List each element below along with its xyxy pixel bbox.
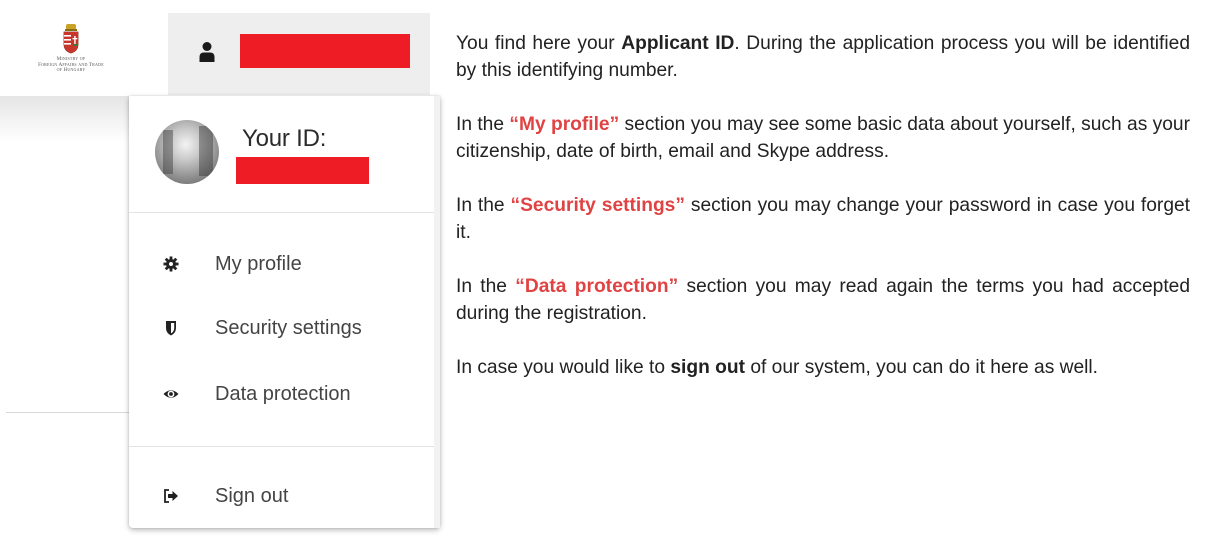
ui-screenshot: Ministry of Foreign Affairs and Trade of… <box>0 0 440 556</box>
p2-pre: In the <box>456 114 510 135</box>
menu-item-my-profile[interactable]: My profile <box>129 244 434 284</box>
dropdown-divider <box>129 446 434 447</box>
page: Ministry of Foreign Affairs and Trade of… <box>0 0 1208 556</box>
user-menu-toggle[interactable] <box>168 13 430 95</box>
redacted-username <box>240 34 410 68</box>
gear-icon <box>163 256 179 272</box>
paragraph-applicant-id: You find here your Applicant ID. During … <box>456 30 1190 84</box>
p3-pre: In the <box>456 195 511 216</box>
paragraph-sign-out: In case you would like to sign out of ou… <box>456 354 1190 381</box>
avatar[interactable] <box>155 120 219 184</box>
sign-out-icon <box>164 489 178 503</box>
ministry-logo: Ministry of Foreign Affairs and Trade of… <box>16 24 126 74</box>
redacted-applicant-id <box>236 157 369 184</box>
hungarian-coat-of-arms-icon <box>63 24 79 54</box>
eye-icon <box>163 390 179 398</box>
paragraph-my-profile: In the “My profile” section you may see … <box>456 111 1190 165</box>
p3-highlight: “Security settings” <box>510 195 685 216</box>
header-shadow <box>0 96 132 142</box>
menu-item-sign-out[interactable]: Sign out <box>129 476 434 516</box>
p5-post: of our system, you can do it here as wel… <box>745 357 1099 378</box>
user-dropdown-menu: Your ID: My profile Security settings Da… <box>129 96 440 528</box>
p1-strong: Applicant ID <box>621 33 735 54</box>
menu-label-sign-out: Sign out <box>215 485 289 507</box>
p2-highlight: “My profile” <box>509 114 620 135</box>
p1-pre: You find here your <box>456 33 622 54</box>
menu-label-security-settings: Security settings <box>215 317 362 339</box>
menu-item-security-settings[interactable]: Security settings <box>129 308 434 348</box>
your-id-label: Your ID: <box>242 125 327 152</box>
instructions-text: You find here your Applicant ID. During … <box>456 30 1190 381</box>
menu-label-my-profile: My profile <box>215 253 302 275</box>
p4-pre: In the <box>456 276 516 297</box>
paragraph-data-protection: In the “Data protection” section you may… <box>456 273 1190 327</box>
background-divider <box>6 412 132 413</box>
menu-label-data-protection: Data protection <box>215 383 351 405</box>
shield-icon <box>166 321 176 336</box>
p5-pre: In case you would like to <box>456 357 671 378</box>
dropdown-divider <box>129 212 434 213</box>
logo-text-line-3: of Hungary <box>56 68 86 73</box>
user-icon <box>199 42 215 62</box>
paragraph-security-settings: In the “Security settings” section you m… <box>456 192 1190 246</box>
p4-highlight: “Data protection” <box>515 276 679 297</box>
p5-strong: sign out <box>670 357 745 378</box>
menu-item-data-protection[interactable]: Data protection <box>129 374 434 414</box>
